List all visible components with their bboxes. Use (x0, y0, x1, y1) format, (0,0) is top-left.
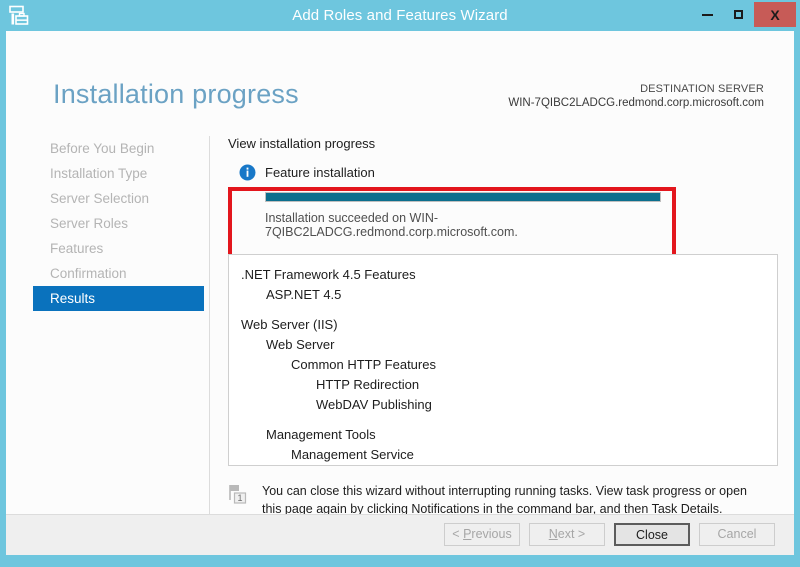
destination-server-block: DESTINATION SERVER WIN-7QIBC2LADCG.redmo… (508, 83, 764, 109)
sidebar-item-server-roles[interactable]: Server Roles (12, 211, 210, 236)
sidebar-item-server-selection[interactable]: Server Selection (12, 186, 210, 211)
sidebar-item-label: Installation Type (50, 166, 148, 181)
sidebar-item-label: Confirmation (50, 266, 127, 281)
page-title: Installation progress (53, 79, 299, 109)
progress-bar-fill (266, 193, 660, 201)
wizard-steps-nav: Before You Begin Installation Type Server … (12, 136, 210, 311)
sidebar-item-label: Server Roles (50, 216, 129, 231)
info-icon (239, 164, 256, 181)
svg-text:1: 1 (237, 493, 242, 503)
sidebar-item-label: Before You Begin (50, 141, 155, 156)
sidebar-item-label: Results (50, 291, 96, 306)
wizard-client-area: Installation progress DESTINATION SERVER… (6, 31, 794, 555)
minimize-button[interactable] (692, 2, 723, 27)
sidebar-item-features[interactable]: Features (12, 236, 210, 261)
installation-progress-bar (265, 192, 661, 202)
results-tree-item: .NET Framework 4.5 Features (241, 267, 416, 282)
sidebar-item-label: Features (50, 241, 104, 256)
wizard-footer: < Previous Next > Close Cancel (6, 514, 794, 555)
results-tree: .NET Framework 4.5 Features ASP.NET 4.5 We… (229, 255, 777, 465)
results-tree-item: Common HTTP Features (291, 357, 436, 372)
close-button[interactable]: X (754, 2, 796, 27)
progress-title-row: Feature installation (239, 161, 674, 183)
maximize-icon (734, 10, 743, 19)
results-tree-item: Web Server (IIS) (241, 317, 338, 332)
results-tree-item: WebDAV Publishing (316, 397, 432, 412)
minimize-icon (702, 13, 713, 16)
wizard-window: Add Roles and Features Wizard X Installa… (0, 0, 800, 567)
window-controls: X (692, 2, 796, 27)
wizard-button-row: < Previous Next > Close Cancel (444, 523, 775, 546)
installation-progress-panel: Feature installation Installation succee… (228, 161, 676, 259)
section-label: View installation progress (228, 136, 376, 151)
next-button: Next > (529, 523, 605, 546)
sidebar-divider (209, 136, 210, 541)
sidebar-item-confirmation[interactable]: Confirmation (12, 261, 210, 286)
sidebar-item-results[interactable]: Results (33, 286, 204, 311)
title-bar: Add Roles and Features Wizard X (0, 0, 800, 31)
previous-button: < Previous (444, 523, 520, 546)
results-tree-item: Management Service (291, 447, 414, 462)
flag-notification-icon: 1 (228, 484, 250, 506)
destination-server-name: WIN-7QIBC2LADCG.redmond.corp.microsoft.c… (508, 97, 764, 109)
window-title: Add Roles and Features Wizard (292, 7, 508, 24)
sidebar-item-label: Server Selection (50, 191, 150, 206)
wizard-note: 1 You can close this wizard without inte… (228, 482, 778, 518)
maximize-button[interactable] (723, 2, 754, 27)
progress-title: Feature installation (265, 164, 375, 180)
cancel-button: Cancel (699, 523, 775, 546)
progress-status-text: Installation succeeded on WIN-7QIBC2LADC… (265, 211, 518, 239)
destination-server-label: DESTINATION SERVER (640, 83, 764, 95)
wizard-note-text: You can close this wizard without interr… (262, 484, 747, 516)
close-icon: X (770, 6, 780, 23)
close-button[interactable]: Close (614, 523, 690, 546)
sidebar-item-installation-type[interactable]: Installation Type (12, 161, 210, 186)
results-tree-item: HTTP Redirection (316, 377, 420, 392)
results-tree-item: Web Server (266, 337, 335, 352)
results-listbox[interactable]: .NET Framework 4.5 Features ASP.NET 4.5 We… (228, 254, 778, 466)
main-pane: View installation progress Feature insta… (226, 136, 778, 547)
sidebar-item-before-you-begin[interactable]: Before You Begin (12, 136, 210, 161)
results-tree-item: Management Tools (266, 427, 376, 442)
results-tree-item: ASP.NET 4.5 (266, 287, 342, 302)
